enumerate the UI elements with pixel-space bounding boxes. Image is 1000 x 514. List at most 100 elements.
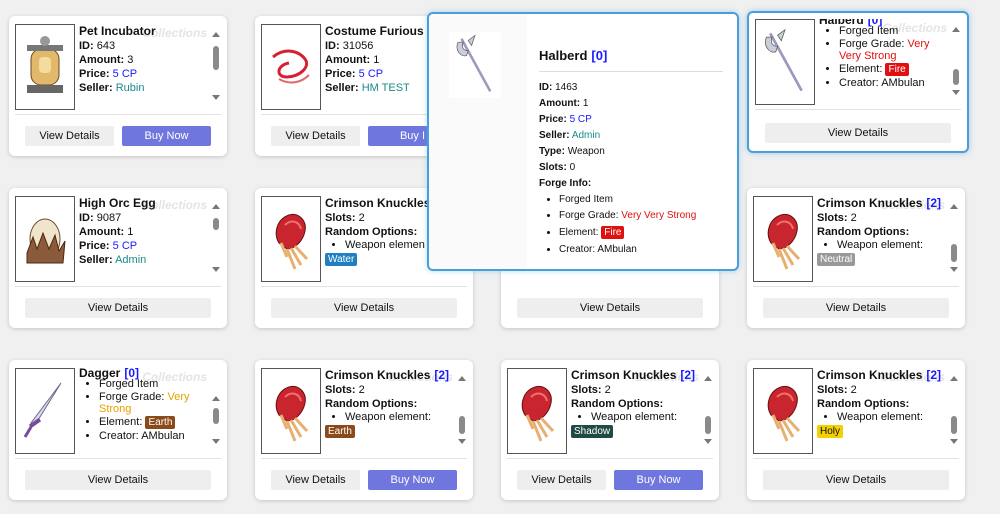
knuckle-icon xyxy=(261,368,321,454)
scrollbar[interactable] xyxy=(951,19,961,101)
creator: AMbulan xyxy=(141,430,185,442)
item-name: Crimson Knuckles xyxy=(817,368,923,382)
pet-incubator-icon xyxy=(15,24,75,110)
creator: AMbulan xyxy=(597,244,637,255)
item-info: Collections Pet Incubator ID: 643 Amount… xyxy=(79,24,207,94)
forge-info-list: Forged Item Forge Grade: Very Very Stron… xyxy=(539,194,723,255)
slot-count: 2 xyxy=(850,384,857,396)
item-tooltip: Halberd [0] ID: 1463 Amount: 1 Price: 5 C… xyxy=(427,12,739,271)
item-price: 5 CP xyxy=(358,68,384,80)
random-options-label: Random Options: xyxy=(817,398,910,410)
element-badge: Water xyxy=(325,253,358,266)
item-card-crimson-knuckles: Collections Crimson Knuckles [2] Slots: 2… xyxy=(501,360,719,500)
halberd-icon xyxy=(755,19,815,105)
view-details-button[interactable]: View Details xyxy=(271,126,360,146)
item-info: Collections Crimson Knuckles [2] Slots: 2… xyxy=(325,368,453,450)
scrollbar[interactable] xyxy=(211,368,221,450)
slot-count: 2 xyxy=(604,384,611,396)
egg-icon xyxy=(15,196,75,282)
item-id: 31056 xyxy=(342,40,374,52)
view-details-button[interactable]: View Details xyxy=(517,470,606,490)
view-details-button[interactable]: View Details xyxy=(765,123,951,143)
item-info: Collections Halberd[0] Forged Item Forge… xyxy=(819,19,947,101)
card-content: Collections Crimson Knuckles [2] Slots: 2… xyxy=(507,366,713,459)
item-info: Collections Crimson Knuckles [2] Slots: 2… xyxy=(817,368,945,450)
random-options-label: Random Options: xyxy=(571,398,664,410)
buy-now-button[interactable]: Buy Now xyxy=(614,470,703,490)
item-info: Collections Crimson Knuckles [2] Slots: 2… xyxy=(571,368,699,450)
view-details-button[interactable]: View Details xyxy=(763,298,949,318)
card-content: Collections High Orc Egg ID: 9087 Amount… xyxy=(15,194,221,287)
item-info: Collections High Orc Egg ID: 9087 Amount… xyxy=(79,196,207,266)
weapon-element: Weapon element: xyxy=(345,411,453,423)
item-price: 5 CP xyxy=(112,240,138,252)
item-seller: Rubin xyxy=(115,82,145,94)
item-card-halberd: Collections Halberd[0] Forged Item Forge… xyxy=(747,11,969,153)
item-type: Weapon xyxy=(567,146,605,157)
item-seller: Admin xyxy=(115,254,147,266)
slot-badge: [2] xyxy=(926,368,942,382)
tooltip-title: Halberd xyxy=(539,48,588,63)
buy-now-button[interactable]: Buy Now xyxy=(368,470,457,490)
item-card-crimson-knuckles: Collections Crimson Knuckles [2] Slots: 2… xyxy=(747,188,965,328)
forge-grade: Very Very Strong xyxy=(621,210,697,221)
forged-item: Forged Item xyxy=(839,25,947,37)
slot-badge: [2] xyxy=(926,196,942,210)
random-options-label: Random Options: xyxy=(325,398,418,410)
view-details-button[interactable]: View Details xyxy=(25,470,211,490)
item-id: 643 xyxy=(96,40,116,52)
element-badge: Fire xyxy=(601,226,625,239)
card-content: Collections Dagger[0] Forged Item Forge … xyxy=(15,366,221,459)
item-seller: HM TEST xyxy=(361,82,410,94)
item-info: Collections Crimson Knuckles [2] Slots: 2… xyxy=(817,196,945,278)
item-amount: 1 xyxy=(127,226,134,238)
item-seller: Admin xyxy=(571,130,601,141)
forge-info-list: Forged Item Forge Grade: Very Very Stron… xyxy=(819,25,947,89)
knuckle-icon xyxy=(753,368,813,454)
random-options-label: Random Options: xyxy=(817,226,910,238)
buy-now-button[interactable]: Buy Now xyxy=(122,126,211,146)
scrollbar[interactable] xyxy=(211,196,221,278)
scrollbar[interactable] xyxy=(949,196,959,278)
item-id: 1463 xyxy=(555,82,578,93)
random-options-label: Random Options: xyxy=(325,226,418,238)
tooltip-sidebar xyxy=(429,14,527,269)
creator: AMbulan xyxy=(881,77,925,89)
red-ribbon-icon xyxy=(261,24,321,110)
item-card-pet-incubator: Collections Pet Incubator ID: 643 Amount… xyxy=(9,16,227,156)
forge-info-list: Forged Item Forge Grade: Very Strong Ele… xyxy=(79,378,207,442)
weapon-element: Weapon element: xyxy=(837,239,945,251)
forged-item: Forged Item xyxy=(99,378,207,390)
item-card-crimson-knuckles: Collections Crimson Knuckles [2] Slots: 2… xyxy=(255,360,473,500)
item-amount: 3 xyxy=(127,54,134,66)
card-content: Collections Halberd[0] Forged Item Forge… xyxy=(755,17,961,110)
scrollbar[interactable] xyxy=(949,368,959,450)
card-content: Collections Pet Incubator ID: 643 Amount… xyxy=(15,22,221,115)
item-name: Crimson Knuckles xyxy=(571,368,677,382)
slot-count: 2 xyxy=(850,212,857,224)
scrollbar[interactable] xyxy=(211,24,221,106)
view-details-button[interactable]: View Details xyxy=(25,126,114,146)
view-details-button[interactable]: View Details xyxy=(271,298,457,318)
view-details-button[interactable]: View Details xyxy=(271,470,360,490)
slot-count: 0 xyxy=(569,162,576,173)
halberd-icon xyxy=(449,32,501,98)
view-details-button[interactable]: View Details xyxy=(25,298,211,318)
view-details-button[interactable]: View Details xyxy=(517,298,703,318)
scrollbar[interactable] xyxy=(457,368,467,450)
element-badge: Holy xyxy=(817,425,844,438)
view-details-button[interactable]: View Details xyxy=(763,470,949,490)
slot-count: 2 xyxy=(358,212,365,224)
item-info: Collections Dagger[0] Forged Item Forge … xyxy=(79,368,207,450)
slot-count: 2 xyxy=(358,384,365,396)
item-card-dagger: Collections Dagger[0] Forged Item Forge … xyxy=(9,360,227,500)
element-badge: Shadow xyxy=(571,425,614,438)
card-content: Collections Crimson Knuckles [2] Slots: 2… xyxy=(753,194,959,287)
item-amount: 1 xyxy=(582,98,589,109)
weapon-element: Weapon element: xyxy=(837,411,945,423)
scrollbar[interactable] xyxy=(703,368,713,450)
slot-badge: [2] xyxy=(680,368,696,382)
item-name: High Orc Egg xyxy=(79,196,156,210)
element-badge: Neutral xyxy=(817,253,856,266)
card-content: Collections Crimson Knuckles [2] Slots: 2… xyxy=(261,366,467,459)
